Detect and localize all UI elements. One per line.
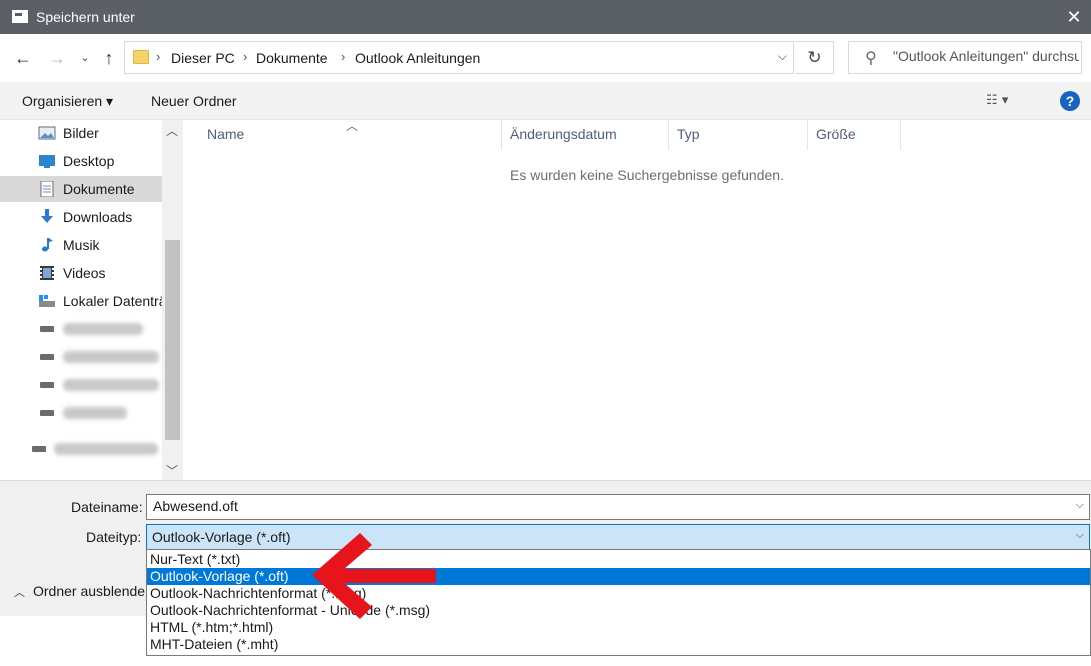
breadcrumb-documents[interactable]: Dokumente (256, 50, 328, 66)
column-header-name[interactable]: Name (207, 126, 244, 142)
recent-locations-chevron-icon[interactable]: ⌄ (78, 46, 92, 70)
nav-item-downloads[interactable]: Downloads (0, 204, 162, 230)
collapse-chevron-icon: ︿ (14, 587, 25, 599)
column-divider[interactable] (900, 120, 901, 150)
filetype-option-oft[interactable]: Outlook-Vorlage (*.oft) (147, 568, 1090, 585)
nav-item-desktop[interactable]: Desktop (0, 148, 162, 174)
title-bar: Speichern unter ✕ (0, 0, 1091, 34)
filetype-option-html[interactable]: HTML (*.htm;*.html) (147, 619, 1090, 636)
scroll-down-chevron-icon[interactable]: ﹀ (166, 462, 178, 479)
address-history-chevron-icon[interactable]: ⌵ (778, 49, 787, 64)
nav-item-music[interactable]: Musik (0, 232, 162, 258)
nav-item-label: Bilder (63, 125, 99, 141)
breadcrumb-this-pc[interactable]: Dieser PC (171, 50, 235, 66)
nav-item-network-drive[interactable] (0, 316, 162, 342)
scrollbar-thumb[interactable] (165, 240, 180, 440)
command-toolbar: Organisieren ▾ Neuer Ordner ☷ ▾ ? (0, 82, 1091, 120)
breadcrumb-separator-icon[interactable]: › (341, 49, 345, 64)
help-icon[interactable]: ? (1060, 91, 1080, 111)
address-row: ← → ⌄ ↑ › Dieser PC › Dokumente › Outloo… (0, 34, 1091, 82)
network-drive-icon (40, 326, 54, 332)
filetype-option-mht[interactable]: MHT-Dateien (*.mht) (147, 636, 1090, 653)
filetype-label: Dateityp: (86, 529, 142, 545)
network-drive-icon (40, 354, 54, 360)
blurred-drive-label (63, 351, 159, 363)
filetype-option-msg-unicode[interactable]: Outlook-Nachrichtenformat - Unicode (*.m… (147, 602, 1090, 619)
hide-folders-label: Ordner ausblenden (33, 583, 153, 599)
local-drive-icon (39, 295, 55, 307)
blurred-drive-label (54, 443, 158, 455)
search-box[interactable]: ⚲ (848, 41, 1082, 74)
nav-item-network-drive[interactable] (0, 372, 162, 398)
filetype-option-msg[interactable]: Outlook-Nachrichtenformat (*.msg) (147, 585, 1090, 602)
address-bar[interactable]: › Dieser PC › Dokumente › Outlook Anleit… (124, 41, 794, 74)
network-drive-icon (40, 410, 54, 416)
column-divider[interactable] (501, 120, 502, 150)
view-options-icon[interactable]: ☷ ▾ (986, 92, 1008, 108)
column-divider[interactable] (807, 120, 808, 150)
nav-item-network-drive[interactable] (0, 400, 162, 426)
nav-item-local-drive[interactable]: Lokaler Datenträger (0, 288, 183, 314)
hide-folders-button[interactable]: ︿ Ordner ausblenden (14, 583, 153, 600)
new-folder-button[interactable]: Neuer Ordner (151, 93, 237, 109)
folder-icon (133, 50, 149, 64)
filename-input[interactable] (153, 498, 1053, 514)
sort-ascending-icon: ︿ (346, 119, 359, 133)
breadcrumb-separator-icon[interactable]: › (156, 49, 160, 64)
network-drive-icon (40, 382, 54, 388)
column-divider[interactable] (668, 120, 669, 150)
filename-field[interactable]: ⌵ (146, 494, 1090, 520)
search-icon: ⚲ (865, 50, 877, 67)
nav-item-label: Videos (63, 265, 106, 281)
nav-item-pictures[interactable]: Bilder (0, 120, 162, 146)
nav-item-label: Downloads (63, 209, 133, 225)
pictures-icon (38, 126, 56, 140)
close-icon[interactable]: ✕ (1057, 0, 1091, 34)
filename-label: Dateiname: (71, 499, 143, 515)
column-header-type[interactable]: Typ (677, 126, 700, 142)
blurred-drive-label (63, 379, 159, 391)
save-dialog-icon (12, 10, 28, 23)
breadcrumb-separator-icon[interactable]: › (243, 49, 247, 64)
filetype-options-list[interactable]: Nur-Text (*.txt) Outlook-Vorlage (*.oft)… (146, 549, 1091, 656)
scroll-up-chevron-icon[interactable]: ︿ (166, 122, 178, 139)
nav-item-documents[interactable]: Dokumente (0, 176, 162, 202)
nav-item-network-drive[interactable] (0, 344, 162, 370)
filetype-select[interactable]: Outlook-Vorlage (*.oft) ⌵ (146, 524, 1090, 550)
refresh-icon[interactable]: ↻ (796, 41, 834, 74)
music-icon (42, 238, 53, 252)
blurred-drive-label (63, 407, 127, 419)
nav-scrollbar[interactable]: ︿ ﹀ (162, 120, 183, 480)
back-arrow-icon[interactable]: ← (12, 46, 34, 70)
nav-item-videos[interactable]: Videos (0, 260, 162, 286)
nav-item-label: Musik (63, 237, 100, 253)
documents-icon (40, 181, 54, 197)
forward-arrow-icon[interactable]: → (46, 46, 68, 70)
network-drive-icon (32, 446, 46, 452)
nav-item-label: Dokumente (63, 181, 135, 197)
organize-button[interactable]: Organisieren ▾ (22, 93, 113, 110)
search-input[interactable] (893, 48, 1079, 64)
annotation-arrow-icon (312, 533, 436, 619)
nav-item-label: Desktop (63, 153, 115, 169)
desktop-icon (39, 155, 55, 168)
videos-icon (40, 266, 54, 280)
filename-dropdown-chevron-icon[interactable]: ⌵ (1076, 499, 1084, 512)
blurred-drive-label (63, 323, 143, 335)
window-title: Speichern unter (36, 9, 135, 25)
downloads-icon (41, 209, 53, 223)
nav-item-network-location[interactable] (0, 436, 162, 462)
column-header-modified[interactable]: Änderungsdatum (510, 126, 617, 142)
file-list[interactable]: ︿ Name Änderungsdatum Typ Größe Es wurde… (183, 119, 1091, 480)
filetype-dropdown-chevron-icon[interactable]: ⌵ (1076, 529, 1084, 542)
filetype-option-txt[interactable]: Nur-Text (*.txt) (147, 551, 1090, 568)
navigation-pane: Bilder Desktop Dokumente Downloads Musik… (0, 120, 183, 480)
breadcrumb-outlook-guides[interactable]: Outlook Anleitungen (355, 50, 480, 66)
column-header-size[interactable]: Größe (816, 126, 856, 142)
empty-results-message: Es wurden keine Suchergebnisse gefunden. (510, 167, 784, 183)
up-arrow-icon[interactable]: ↑ (98, 46, 120, 70)
filetype-selected-value: Outlook-Vorlage (*.oft) (152, 529, 291, 545)
